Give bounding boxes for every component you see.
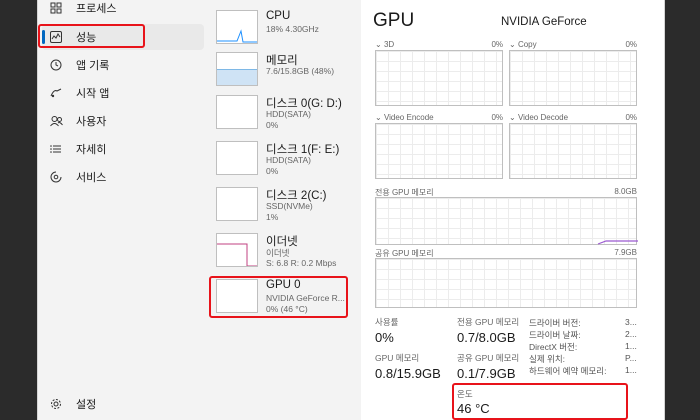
sidebar-item-details[interactable]: 자세히 (42, 136, 204, 162)
sidebar-item-label: 설정 (76, 399, 97, 411)
engine-label-video-decode[interactable]: ⌄ Video Decode (509, 113, 568, 122)
sidebar-item-users[interactable]: 사용자 (42, 108, 204, 134)
sidebar-item-label: 프로세스 (76, 3, 117, 15)
cpu-thumbnail-graph (216, 10, 258, 44)
device-ethernet[interactable]: 이더넷 이더넷 S: 6.8 R: 0.2 Mbps (216, 233, 354, 279)
temperature-label: 온도 (457, 389, 473, 399)
shared-memory-max: 7.9GB (614, 248, 637, 257)
process-icon (48, 0, 64, 16)
engine-graph-video-encode (375, 123, 503, 179)
sidebar-item-label: 서비스 (76, 172, 107, 184)
dedicated-memory-stat-label: 전용 GPU 메모리 (457, 317, 520, 327)
prop-driver-version-value: 3... (625, 317, 637, 327)
device-gpu-0[interactable]: GPU 0 NVIDIA GeForce R... 0% (46 °C) (216, 279, 354, 325)
users-icon (48, 113, 64, 129)
performance-icon (48, 29, 64, 45)
sidebar-item-label: 성능 (76, 32, 97, 44)
sidebar: 프로세스 성능 앱 기록 시작 앱 사용자 자세히 서비스 설정 (38, 0, 208, 420)
startup-icon (48, 85, 64, 101)
sidebar-item-processes[interactable]: 프로세스 (42, 0, 204, 21)
device-memory[interactable]: 메모리 7.6/15.8GB (48%) (216, 52, 354, 98)
device-name: GPU 0 (266, 279, 301, 291)
history-icon (48, 57, 64, 73)
device-sub: 0% (266, 166, 279, 176)
shared-memory-stat-value: 0.1/7.9GB (457, 366, 516, 381)
prop-directx-value: 1... (625, 341, 637, 351)
shared-memory-stat-label: 공유 GPU 메모리 (457, 353, 520, 363)
sidebar-item-startup[interactable]: 시작 앱 (42, 80, 204, 106)
engine-pct: 0% (491, 113, 503, 122)
gpu-thumbnail-graph (216, 279, 258, 313)
dedicated-memory-stat-value: 0.7/8.0GB (457, 330, 516, 345)
temperature-value: 46 °C (457, 401, 490, 416)
memory-thumbnail-graph (216, 52, 258, 86)
engine-graph-video-decode (509, 123, 637, 179)
window-right-edge (664, 0, 665, 420)
engine-graph-copy (509, 50, 637, 106)
device-sub: HDD(SATA) (266, 155, 312, 165)
task-manager-window: 프로세스 성능 앱 기록 시작 앱 사용자 자세히 서비스 설정 CPU 18%… (37, 0, 665, 420)
ethernet-thumbnail-graph (216, 233, 258, 267)
dedicated-memory-graph (375, 197, 638, 245)
gpu-detail-panel: GPU NVIDIA GeForce ⌄ 3D 0% ⌄ Copy 0% ⌄ V… (361, 0, 664, 420)
sidebar-item-label: 시작 앱 (76, 88, 110, 100)
device-sub: NVIDIA GeForce R... (266, 293, 345, 303)
details-icon (48, 141, 64, 157)
sidebar-item-settings[interactable]: 설정 (42, 391, 204, 417)
engine-pct: 0% (491, 40, 503, 49)
device-sub: 1% (266, 212, 279, 222)
device-sub: 7.6/15.8GB (48%) (266, 66, 335, 76)
engine-pct: 0% (625, 113, 637, 122)
sidebar-item-performance[interactable]: 성능 (42, 24, 204, 50)
sidebar-item-label: 사용자 (76, 116, 107, 128)
utilization-value: 0% (375, 330, 394, 345)
services-icon (48, 169, 64, 185)
prop-driver-date-value: 2... (625, 329, 637, 339)
sidebar-item-label: 자세히 (76, 144, 107, 156)
device-disk-1[interactable]: 디스크 1(F: E:) HDD(SATA) 0% (216, 141, 354, 187)
page-title: GPU (373, 10, 415, 31)
prop-directx-label: DirectX 버전: (529, 342, 578, 352)
shared-memory-graph (375, 258, 637, 308)
gpu-memory-label: GPU 메모리 (375, 353, 420, 363)
sidebar-item-app-history[interactable]: 앱 기록 (42, 52, 204, 78)
disk-2-thumbnail-graph (216, 187, 258, 221)
sidebar-item-services[interactable]: 서비스 (42, 164, 204, 190)
gpu-model-name: NVIDIA GeForce (501, 16, 587, 28)
device-list: CPU 18% 4.30GHz 메모리 7.6/15.8GB (48%) 디스크… (208, 0, 358, 420)
prop-reserved-memory-value: 1... (625, 365, 637, 375)
device-cpu[interactable]: CPU 18% 4.30GHz (216, 10, 354, 56)
prop-driver-version-label: 드라이버 버전: (529, 318, 581, 328)
gear-icon (48, 396, 64, 412)
sidebar-item-label: 앱 기록 (76, 60, 110, 72)
device-disk-2[interactable]: 디스크 2(C:) SSD(NVMe) 1% (216, 187, 354, 233)
prop-reserved-memory-label: 하드웨어 예약 메모리: (529, 366, 607, 376)
disk-1-thumbnail-graph (216, 141, 258, 175)
device-disk-0[interactable]: 디스크 0(G: D:) HDD(SATA) 0% (216, 95, 354, 141)
device-sub: HDD(SATA) (266, 109, 312, 119)
engine-label-3d[interactable]: ⌄ 3D (375, 40, 394, 49)
gpu-memory-value: 0.8/15.9GB (375, 366, 441, 381)
device-sub: 0% (46 °C) (266, 304, 308, 314)
disk-0-thumbnail-graph (216, 95, 258, 129)
prop-driver-date-label: 드라이버 날짜: (529, 330, 581, 340)
device-sub: 18% 4.30GHz (266, 24, 319, 34)
device-name: CPU (266, 10, 291, 22)
prop-location-value: P... (625, 353, 637, 363)
engine-pct: 0% (625, 40, 637, 49)
engine-label-copy[interactable]: ⌄ Copy (509, 40, 537, 49)
engine-label-video-encode[interactable]: ⌄ Video Encode (375, 113, 434, 122)
device-sub: SSD(NVMe) (266, 201, 313, 211)
device-sub: S: 6.8 R: 0.2 Mbps (266, 258, 337, 268)
prop-location-label: 실제 위치: (529, 354, 566, 364)
device-sub: 0% (266, 120, 279, 130)
dedicated-memory-max: 8.0GB (614, 187, 637, 196)
utilization-label: 사용률 (375, 317, 399, 327)
engine-graph-3d (375, 50, 503, 106)
